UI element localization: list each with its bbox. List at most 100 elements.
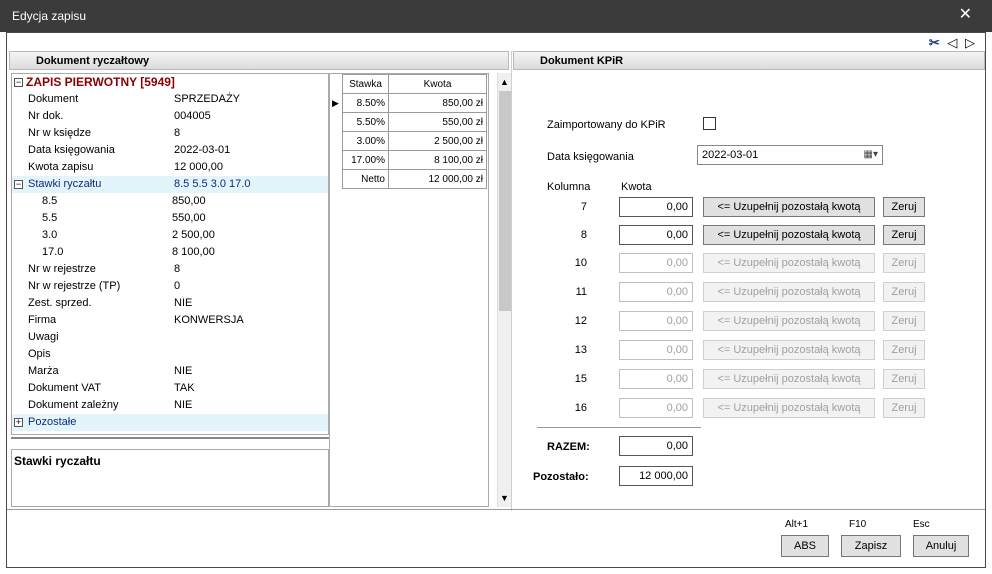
table-row[interactable]: 17.00% 8 100,00 zł — [342, 150, 487, 170]
amount-input[interactable]: 0,00 — [619, 197, 693, 217]
triangle-left-icon[interactable]: ◁ — [947, 35, 957, 50]
zero-button: Zeruj — [883, 282, 925, 302]
kpir-column-row: 11 0,00 <= Uzupełnij pozostałą kwotą Zer… — [527, 282, 957, 304]
collapse-icon[interactable]: − — [14, 180, 23, 189]
triangle-right-icon[interactable]: ▷ — [965, 35, 975, 50]
column-header[interactable]: Stawka — [342, 74, 389, 94]
tree-key: Opis — [28, 348, 51, 360]
tree-row[interactable]: Nr w księdze 8 — [12, 125, 328, 142]
table-cell[interactable]: 17.00% — [342, 150, 389, 170]
table-row[interactable]: Netto 12 000,00 zł — [342, 169, 487, 189]
zero-button: Zeruj — [883, 369, 925, 389]
column-number: 12 — [574, 315, 587, 327]
column-number: 13 — [574, 344, 587, 356]
column-number: 11 — [575, 286, 587, 298]
tree-root[interactable]: − ZAPIS PIERWOTNY [5949] — [12, 74, 328, 91]
table-cell[interactable]: 5.50% — [342, 112, 389, 132]
column-number: 15 — [574, 373, 587, 385]
fill-remaining-button[interactable]: <= Uzupełnij pozostałą kwotą — [703, 197, 875, 217]
tree-subrow[interactable]: 3.0 2 500,00 — [12, 227, 328, 244]
scroll-thumb[interactable] — [499, 91, 511, 311]
table-row[interactable]: 5.50% 550,00 zł — [342, 112, 487, 132]
amount-input: 0,00 — [619, 340, 693, 360]
table-cell[interactable]: 550,00 zł — [388, 112, 487, 132]
rates-grid[interactable]: ▶ Stawka Kwota 8.50% 850,00 zł 5.50% 550,0… — [329, 73, 489, 507]
tree-subrow[interactable]: 8.5 850,00 — [12, 193, 328, 210]
close-icon[interactable]: ✕ — [959, 4, 972, 24]
cancel-button[interactable]: Anuluj — [913, 535, 969, 557]
tree-value: 8.5 5.5 3.0 17.0 — [174, 178, 251, 190]
vertical-scrollbar[interactable]: ▲ ▼ — [497, 73, 511, 507]
column-number: 7 — [580, 201, 587, 213]
tree-row[interactable]: Dokument zależny NIE — [12, 397, 328, 414]
scroll-down-icon[interactable]: ▼ — [500, 493, 509, 503]
tree-row[interactable]: Firma KONWERSJA — [12, 312, 328, 329]
date-label: Data księgowania — [547, 151, 634, 163]
table-row[interactable]: 8.50% 850,00 zł — [342, 93, 487, 113]
scroll-up-icon[interactable]: ▲ — [500, 77, 509, 87]
abs-button[interactable]: ABS — [781, 535, 829, 557]
kpir-column-row: 7 0,00 <= Uzupełnij pozostałą kwotą Zeru… — [527, 197, 957, 219]
table-cell[interactable]: 3.00% — [342, 131, 389, 151]
tree-key: 3.0 — [42, 229, 58, 241]
tree-key: 8.5 — [42, 195, 58, 207]
tree-value: 2022-03-01 — [174, 144, 231, 156]
table-cell[interactable]: 8 100,00 zł — [388, 150, 487, 170]
table-cell[interactable]: 850,00 zł — [388, 93, 487, 113]
tree-row[interactable]: Zest. sprzed. NIE — [12, 295, 328, 312]
tree-row[interactable]: Data księgowania 2022-03-01 — [12, 142, 328, 159]
calendar-icon[interactable]: ▦▾ — [864, 149, 878, 160]
tree-row-pozostale[interactable]: + Pozostałe — [12, 414, 328, 431]
razem-label: RAZEM: — [547, 441, 590, 453]
property-tree[interactable]: − ZAPIS PIERWOTNY [5949] Dokument SPRZEDA… — [11, 73, 329, 435]
tree-key: Dokument zależny — [28, 399, 119, 411]
kpir-column-row: 10 0,00 <= Uzupełnij pozostałą kwotą Zer… — [527, 253, 957, 275]
fill-remaining-button[interactable]: <= Uzupełnij pozostałą kwotą — [703, 225, 875, 245]
column-number: 10 — [574, 257, 587, 269]
tree-row[interactable]: Kwota zapisu 12 000,00 — [12, 159, 328, 176]
tree-value: 0 — [174, 280, 181, 292]
table-cell[interactable]: 12 000,00 zł — [388, 169, 487, 189]
tree-row[interactable]: Nr dok. 004005 — [12, 108, 328, 125]
expand-icon[interactable]: + — [14, 418, 23, 427]
tree-row[interactable]: Nr w rejestrze 8 — [12, 261, 328, 278]
scissors-icon[interactable]: ✂ — [929, 35, 940, 50]
amount-input[interactable]: 0,00 — [619, 225, 693, 245]
fill-remaining-button: <= Uzupełnij pozostałą kwotą — [703, 282, 875, 302]
imported-checkbox[interactable] — [703, 117, 716, 130]
window-title: Edycja zapisu — [12, 9, 87, 23]
splitter[interactable] — [11, 437, 329, 447]
column-header[interactable]: Kwota — [388, 74, 487, 94]
fill-remaining-button: <= Uzupełnij pozostałą kwotą — [703, 369, 875, 389]
tree-row[interactable]: Marża NIE — [12, 363, 328, 380]
tree-row[interactable]: Opis — [12, 346, 328, 363]
title-bar: Edycja zapisu ✕ — [0, 0, 992, 32]
zero-button[interactable]: Zeruj — [883, 197, 925, 217]
collapse-icon[interactable]: − — [14, 78, 23, 87]
tree-value: 8 100,00 — [172, 246, 215, 258]
tree-row-stawki[interactable]: − Stawki ryczałtu 8.5 5.5 3.0 17.0 — [12, 176, 328, 193]
tree-row[interactable]: Nr w rejestrze (TP) 0 — [12, 278, 328, 295]
tree-key: Nr dok. — [28, 110, 64, 122]
date-picker[interactable]: 2022-03-01 ▦▾ — [697, 145, 883, 165]
tree-key: Data księgowania — [28, 144, 115, 156]
kpir-column-row: 12 0,00 <= Uzupełnij pozostałą kwotą Zer… — [527, 311, 957, 333]
table-cell[interactable]: Netto — [342, 169, 389, 189]
tree-row[interactable]: Dokument VAT TAK — [12, 380, 328, 397]
table-cell[interactable]: 8.50% — [342, 93, 389, 113]
tree-value: KONWERSJA — [174, 314, 244, 326]
toolbar: ✂ ◁ ▷ — [925, 35, 975, 51]
tree-row[interactable]: Dokument SPRZEDAŻY — [12, 91, 328, 108]
tree-value: 8 — [174, 263, 181, 275]
amount-input: 0,00 — [619, 311, 693, 331]
zero-button[interactable]: Zeruj — [883, 225, 925, 245]
abs-shortcut: Alt+1 — [785, 519, 809, 530]
tree-row[interactable]: Uwagi — [12, 329, 328, 346]
tree-subrow[interactable]: 17.0 8 100,00 — [12, 244, 328, 261]
table-cell[interactable]: 2 500,00 zł — [388, 131, 487, 151]
kpir-column-row: 15 0,00 <= Uzupełnij pozostałą kwotą Zer… — [527, 369, 957, 391]
table-row[interactable]: 3.00% 2 500,00 zł — [342, 131, 487, 151]
save-button[interactable]: Zapisz — [841, 535, 901, 557]
amount-input: 0,00 — [619, 369, 693, 389]
tree-subrow[interactable]: 5.5 550,00 — [12, 210, 328, 227]
